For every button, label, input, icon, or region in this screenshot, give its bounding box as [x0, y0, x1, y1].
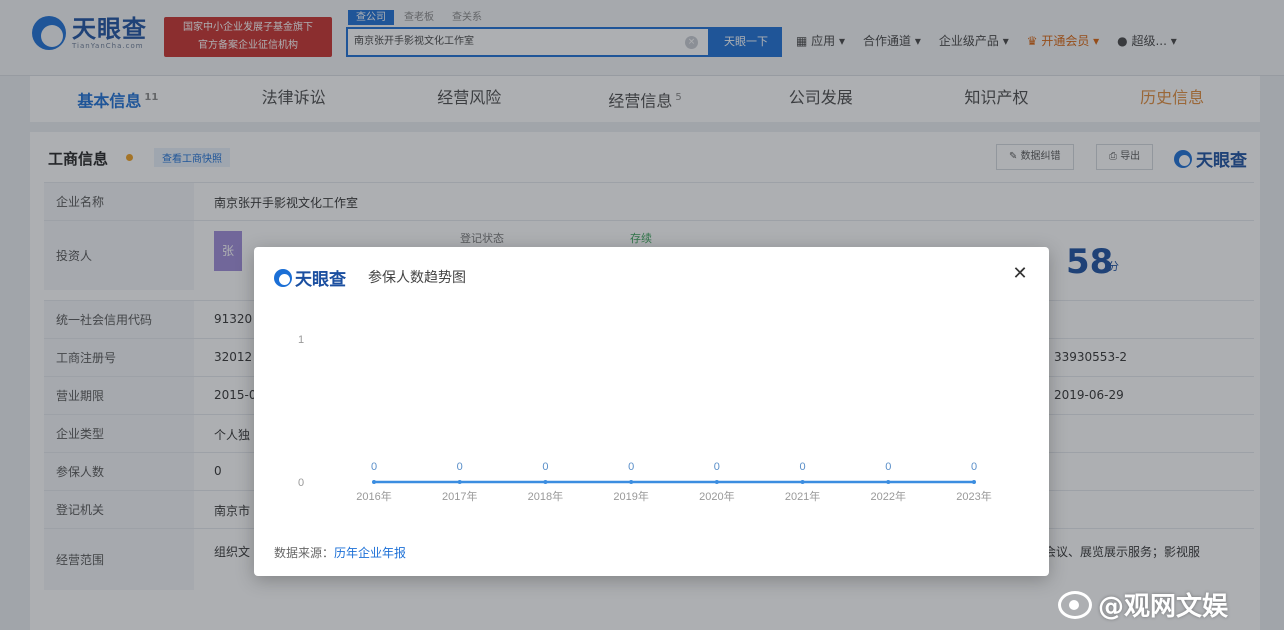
data-point	[457, 480, 462, 484]
data-label: 0	[371, 461, 377, 473]
weibo-icon	[1058, 590, 1092, 619]
x-tick-label: 2017年	[442, 489, 477, 503]
y-tick-label: 1	[298, 334, 304, 346]
insured-trend-modal: 天眼查 参保人数趋势图 ✕ 0 1 0 2016年 0 2017年 0 2018年 0 2019年…	[254, 247, 1049, 576]
data-source: 数据来源：历年企业年报	[274, 544, 406, 561]
modal-title: 参保人数趋势图	[368, 270, 466, 286]
data-label: 0	[542, 461, 548, 473]
data-point	[629, 480, 634, 484]
data-label: 0	[971, 461, 977, 473]
modal-logo: 天眼查	[274, 265, 346, 290]
data-label: 0	[800, 461, 806, 473]
x-tick-label: 2018年	[528, 489, 563, 503]
data-label: 0	[885, 461, 891, 473]
data-source-link[interactable]: 历年企业年报	[334, 546, 406, 560]
trend-chart: 0 1 0 2016年 0 2017年 0 2018年 0 2019年 0 2020年 0 2021年 0 2…	[274, 309, 1010, 529]
trend-chart-svg: 0 1 0 2016年 0 2017年 0 2018年 0 2019年 0 2020年 0 2021年 0 2…	[298, 334, 992, 503]
x-tick-label: 2020年	[699, 489, 734, 503]
x-tick-label: 2022年	[871, 489, 906, 503]
x-tick-label: 2019年	[613, 489, 648, 503]
data-point	[372, 480, 376, 484]
data-point	[543, 480, 548, 484]
data-point	[886, 480, 891, 484]
data-source-label: 数据来源：	[274, 546, 335, 560]
x-tick-label: 2016年	[356, 489, 391, 503]
close-icon[interactable]: ✕	[1010, 263, 1030, 284]
data-point	[714, 480, 719, 484]
data-point	[800, 480, 805, 484]
weibo-watermark-text: @观网文娱	[1098, 592, 1229, 622]
data-label: 0	[628, 461, 634, 473]
x-tick-label: 2021年	[785, 489, 820, 503]
x-tick-label: 2023年	[956, 489, 991, 503]
data-label: 0	[714, 461, 720, 473]
data-point	[972, 480, 976, 484]
y-tick-label: 0	[298, 477, 304, 489]
data-label: 0	[457, 461, 463, 473]
logo-mark-icon	[274, 268, 292, 287]
weibo-watermark: @观网文娱	[1058, 586, 1228, 623]
